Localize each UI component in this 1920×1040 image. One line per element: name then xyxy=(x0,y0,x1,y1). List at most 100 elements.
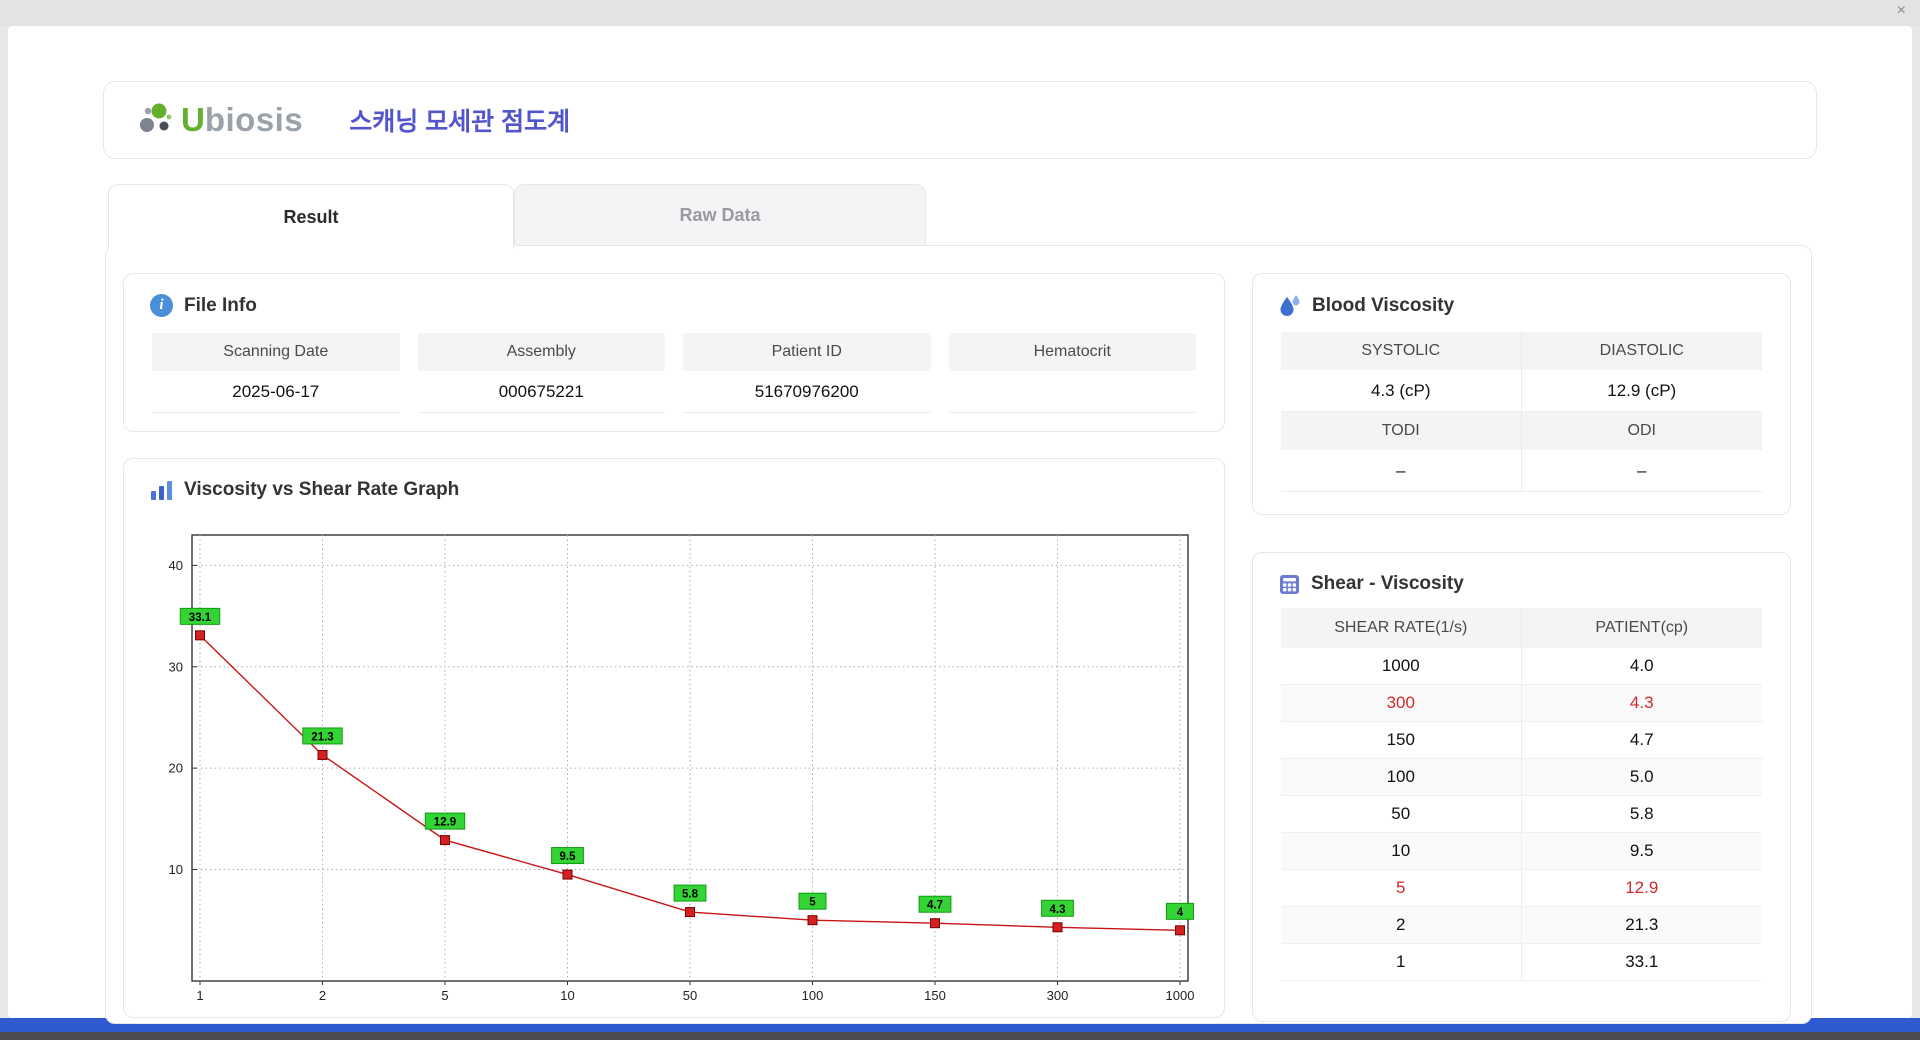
shear-viscosity-card: Shear - Viscosity SHEAR RATE(1/s) PATIEN… xyxy=(1252,552,1791,1022)
patient-cp-cell: 33.1 xyxy=(1625,952,1659,971)
shear-rate-cell: 300 xyxy=(1281,685,1522,721)
todi-value: – xyxy=(1281,450,1522,491)
logo-rest-text: biosis xyxy=(204,101,304,138)
logo-accent-letter: U xyxy=(181,101,205,138)
diastolic-label: DIASTOLIC xyxy=(1599,342,1684,359)
svg-text:33.1: 33.1 xyxy=(189,612,212,624)
svg-text:20: 20 xyxy=(169,761,183,776)
svg-text:5.8: 5.8 xyxy=(682,889,699,901)
tab-result-label: Result xyxy=(283,206,339,227)
droplet-icon xyxy=(1280,295,1300,316)
field-label: Assembly xyxy=(417,333,665,371)
field-label: Hematocrit xyxy=(948,333,1196,371)
bv-header-row: SYSTOLIC DIASTOLIC xyxy=(1281,332,1762,370)
file-info-title: File Info xyxy=(184,294,257,316)
blood-viscosity-title: Blood Viscosity xyxy=(1312,294,1455,316)
shear-table-header: SHEAR RATE(1/s) PATIENT(cp) xyxy=(1281,608,1762,648)
field-scanning-date: Scanning Date 2025-06-17 xyxy=(152,333,400,413)
svg-text:5: 5 xyxy=(441,988,448,1003)
odi-label: ODI xyxy=(1627,422,1656,439)
tab-raw-data-label: Raw Data xyxy=(679,205,761,225)
ubiosis-logo-text: Ubiosis xyxy=(181,101,303,139)
graph-header: Viscosity vs Shear Rate Graph xyxy=(124,459,1224,501)
odi-value: – xyxy=(1637,460,1647,480)
field-value: 51670976200 xyxy=(683,371,931,413)
svg-text:4: 4 xyxy=(1177,907,1184,919)
shear-table-row: 5 12.9 xyxy=(1281,870,1762,907)
svg-text:10: 10 xyxy=(169,862,183,877)
tab-result[interactable]: Result xyxy=(108,184,514,249)
shear-viscosity-table: SHEAR RATE(1/s) PATIENT(cp) 1000 4.0 300 4.… xyxy=(1281,608,1762,981)
svg-text:4.7: 4.7 xyxy=(927,900,943,912)
diastolic-value: 12.9 (cP) xyxy=(1607,380,1677,400)
svg-text:1000: 1000 xyxy=(1166,988,1195,1003)
svg-text:150: 150 xyxy=(924,988,946,1003)
shear-rate-cell: 1 xyxy=(1281,944,1522,980)
patient-cp-cell: 4.0 xyxy=(1629,656,1654,675)
field-value: 000675221 xyxy=(417,371,665,413)
ubiosis-logo: Ubiosis xyxy=(136,101,303,139)
patient-cp-cell: 12.9 xyxy=(1625,878,1659,897)
file-info-fields: Scanning Date 2025-06-17 Assembly 000675… xyxy=(152,333,1196,413)
svg-text:9.5: 9.5 xyxy=(560,851,577,863)
field-patient-id: Patient ID 51670976200 xyxy=(683,333,931,413)
bar-chart-icon xyxy=(151,480,172,500)
svg-text:4.3: 4.3 xyxy=(1050,904,1066,916)
bv-value-row: – – xyxy=(1281,450,1762,492)
field-value xyxy=(948,371,1196,413)
shear-table-row: 50 5.8 xyxy=(1281,796,1762,833)
app-title: 스캐닝 모세관 점도계 xyxy=(349,108,571,136)
shear-table-row: 100 5.0 xyxy=(1281,759,1762,796)
viscosity-chart: 10 20 30 40 1 2 5 10 50 100 150 300 1000 33.1 21.3 12.9… xyxy=(169,534,1195,1003)
shear-table-row: 1000 4.0 xyxy=(1281,648,1762,685)
systolic-value: 4.3 (cP) xyxy=(1281,370,1522,411)
shear-table-body: 1000 4.0 300 4.3 150 4.7 100 5.0 50 5.8 10 9.5 5 12.9… xyxy=(1281,648,1762,981)
app-window: Ubiosis 스캐닝 모세관 점도계 Result Raw Data i Fi… xyxy=(8,26,1912,1024)
file-info-card: i File Info Scanning Date 2025-06-17 Ass… xyxy=(123,273,1225,432)
svg-text:21.3: 21.3 xyxy=(311,731,333,743)
table-grid-icon xyxy=(1280,574,1299,594)
info-icon: i xyxy=(150,294,173,317)
patient-cp-cell: 5.8 xyxy=(1629,804,1654,823)
systolic-label: SYSTOLIC xyxy=(1281,332,1522,370)
file-info-header: i File Info xyxy=(124,274,1224,317)
window-close-icon[interactable]: × xyxy=(1897,3,1906,19)
patient-cp-cell: 4.7 xyxy=(1629,730,1654,749)
svg-text:10: 10 xyxy=(560,988,574,1003)
ubiosis-logo-icon xyxy=(140,103,172,132)
desktop-strip-dark xyxy=(0,1032,1920,1040)
shear-rate-cell: 10 xyxy=(1281,833,1522,869)
bv-value-row: 4.3 (cP) 12.9 (cP) xyxy=(1281,370,1762,412)
window-titlebar: × xyxy=(0,0,1920,26)
shear-table-row: 10 9.5 xyxy=(1281,833,1762,870)
shear-table-row: 2 21.3 xyxy=(1281,907,1762,944)
blood-viscosity-header: Blood Viscosity xyxy=(1253,274,1790,317)
svg-text:1: 1 xyxy=(196,988,203,1003)
graph-title: Viscosity vs Shear Rate Graph xyxy=(184,479,460,500)
field-assembly: Assembly 000675221 xyxy=(417,333,665,413)
shear-rate-cell: 5 xyxy=(1281,870,1522,906)
shear-rate-cell: 150 xyxy=(1281,722,1522,758)
svg-text:12.9: 12.9 xyxy=(434,817,456,829)
chart-area: 10 20 30 40 1 2 5 10 50 100 150 300 1000 33.1 21.3 12.9… xyxy=(148,525,1202,1009)
shear-table-row: 150 4.7 xyxy=(1281,722,1762,759)
blood-viscosity-card: Blood Viscosity SYSTOLIC DIASTOLIC 4.3 (… xyxy=(1252,273,1791,515)
svg-text:300: 300 xyxy=(1047,988,1069,1003)
shear-table-row: 300 4.3 xyxy=(1281,685,1762,722)
field-label: Scanning Date xyxy=(152,333,400,371)
field-value: 2025-06-17 xyxy=(152,371,400,413)
viscosity-graph-card: Viscosity vs Shear Rate Graph 10 20 30 40 1 2… xyxy=(123,458,1225,1018)
patient-cp-cell: 5.0 xyxy=(1629,767,1654,786)
shear-rate-cell: 2 xyxy=(1281,907,1522,943)
field-label: Patient ID xyxy=(683,333,931,371)
shear-viscosity-title: Shear - Viscosity xyxy=(1311,573,1464,594)
field-hematocrit: Hematocrit xyxy=(948,333,1196,413)
patient-cp-cell: 9.5 xyxy=(1629,841,1654,860)
shear-rate-cell: 1000 xyxy=(1281,648,1522,684)
tab-raw-data[interactable]: Raw Data xyxy=(514,184,926,246)
patient-cp-cell: 4.3 xyxy=(1629,693,1654,712)
svg-text:5: 5 xyxy=(809,897,816,909)
svg-text:40: 40 xyxy=(169,558,183,573)
patient-cp-cell: 21.3 xyxy=(1625,915,1659,934)
shear-rate-cell: 50 xyxy=(1281,796,1522,832)
